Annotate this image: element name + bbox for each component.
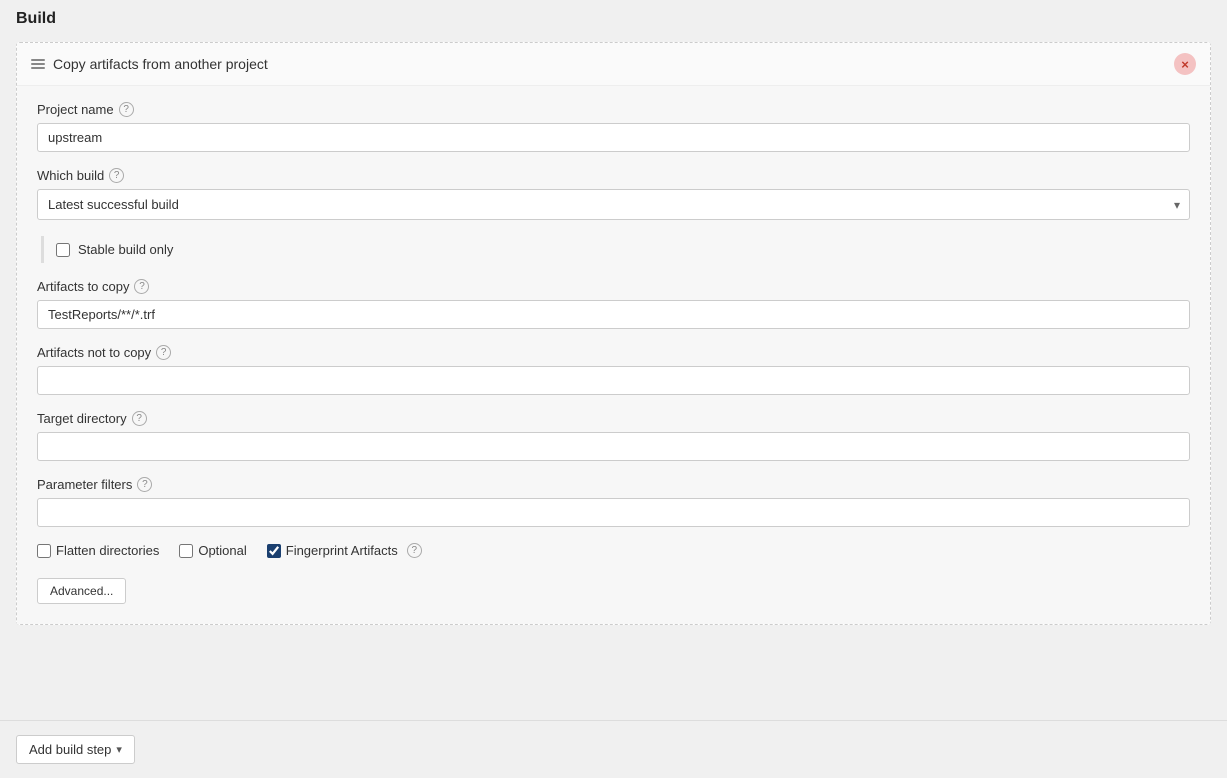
fingerprint-artifacts-checkbox[interactable]	[267, 544, 281, 558]
project-name-input[interactable]	[37, 123, 1190, 152]
add-build-step-label: Add build step	[29, 742, 111, 757]
artifacts-to-copy-label: Artifacts to copy ?	[37, 279, 1190, 294]
artifacts-not-to-copy-input[interactable]	[37, 366, 1190, 395]
fingerprint-artifacts-label: Fingerprint Artifacts	[286, 543, 398, 558]
parameter-filters-label: Parameter filters ?	[37, 477, 1190, 492]
project-name-help-icon[interactable]: ?	[119, 102, 134, 117]
close-button[interactable]: ×	[1174, 53, 1196, 75]
parameter-filters-input[interactable]	[37, 498, 1190, 527]
card-body: Project name ? Which build ? Latest succ…	[17, 86, 1210, 624]
fingerprint-artifacts-help-icon[interactable]: ?	[407, 543, 422, 558]
optional-item: Optional	[179, 543, 246, 558]
flatten-directories-label: Flatten directories	[56, 543, 159, 558]
parameter-filters-group: Parameter filters ?	[37, 477, 1190, 527]
artifacts-not-to-copy-help-icon[interactable]: ?	[156, 345, 171, 360]
artifacts-not-to-copy-label: Artifacts not to copy ?	[37, 345, 1190, 360]
stable-build-checkbox[interactable]	[56, 243, 70, 257]
card-header-left: Copy artifacts from another project	[31, 56, 268, 72]
artifacts-to-copy-input[interactable]	[37, 300, 1190, 329]
project-name-label: Project name ?	[37, 102, 1190, 117]
artifacts-to-copy-group: Artifacts to copy ?	[37, 279, 1190, 329]
which-build-select[interactable]: Latest successful build Latest build Spe…	[37, 189, 1190, 220]
artifacts-to-copy-help-icon[interactable]: ?	[134, 279, 149, 294]
flatten-directories-checkbox[interactable]	[37, 544, 51, 558]
page-title: Build	[16, 10, 1211, 28]
add-build-step-button[interactable]: Add build step ▾	[16, 735, 135, 764]
which-build-group: Which build ? Latest successful build La…	[37, 168, 1190, 220]
which-build-label: Which build ?	[37, 168, 1190, 183]
which-build-select-wrapper: Latest successful build Latest build Spe…	[37, 189, 1190, 220]
parameter-filters-help-icon[interactable]: ?	[137, 477, 152, 492]
project-name-group: Project name ?	[37, 102, 1190, 152]
target-directory-group: Target directory ?	[37, 411, 1190, 461]
fingerprint-artifacts-item: Fingerprint Artifacts ?	[267, 543, 422, 558]
target-directory-label: Target directory ?	[37, 411, 1190, 426]
drag-handle-icon[interactable]	[31, 59, 45, 69]
card-header: Copy artifacts from another project ×	[17, 43, 1210, 86]
add-step-dropdown-arrow: ▾	[116, 743, 122, 756]
build-step-card: Copy artifacts from another project × Pr…	[16, 42, 1211, 625]
artifacts-not-to-copy-group: Artifacts not to copy ?	[37, 345, 1190, 395]
target-directory-input[interactable]	[37, 432, 1190, 461]
card-title: Copy artifacts from another project	[53, 56, 268, 72]
footer: Add build step ▾	[0, 720, 1227, 778]
flatten-directories-item: Flatten directories	[37, 543, 159, 558]
target-directory-help-icon[interactable]: ?	[132, 411, 147, 426]
bottom-checkboxes-row: Flatten directories Optional Fingerprint…	[37, 543, 1190, 558]
which-build-help-icon[interactable]: ?	[109, 168, 124, 183]
advanced-button[interactable]: Advanced...	[37, 578, 126, 604]
stable-build-label: Stable build only	[78, 242, 173, 257]
optional-checkbox[interactable]	[179, 544, 193, 558]
stable-build-row: Stable build only	[41, 236, 1190, 263]
optional-label: Optional	[198, 543, 246, 558]
